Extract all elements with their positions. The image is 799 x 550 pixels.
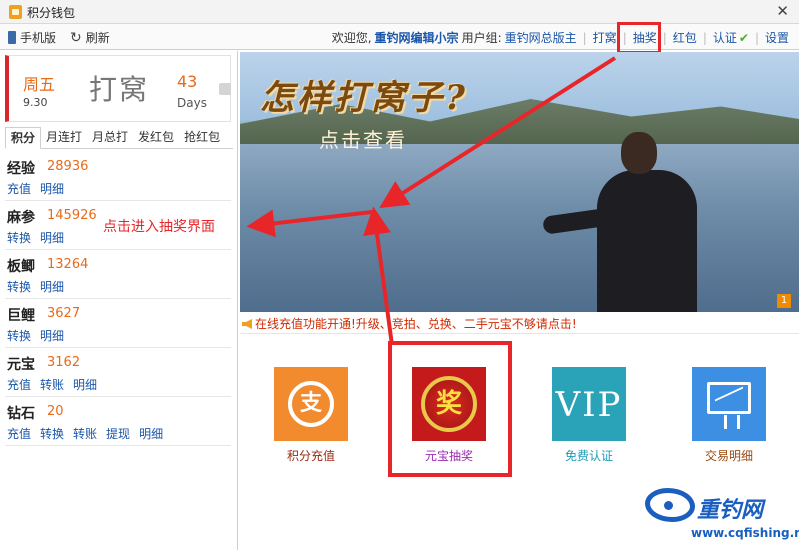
point-name: 巨鲤 <box>7 308 35 324</box>
recharge-tile-icon: 支 <box>274 367 348 441</box>
withdraw-link[interactable]: 提现 <box>106 425 130 442</box>
banner-subheadline: 点击查看 <box>319 128 407 152</box>
tab-points[interactable]: 积分 <box>5 127 42 149</box>
mobile-version-button[interactable]: 手机版 <box>8 29 56 46</box>
welcome-text: 欢迎您, <box>331 31 372 45</box>
checkin-card[interactable]: 周五 9.30 打窝 43 Days <box>5 55 231 122</box>
window-titlebar: 积分钱包 ✕ <box>0 0 799 24</box>
window-title: 积分钱包 <box>27 6 76 20</box>
list-item: 巨鲤 3627 转换 明细 <box>5 299 231 348</box>
transfer-link[interactable]: 转账 <box>40 376 64 393</box>
point-value: 20 <box>47 404 64 419</box>
convert-link[interactable]: 转换 <box>40 425 64 442</box>
chart-board-icon <box>707 382 751 429</box>
divider: | <box>754 30 759 45</box>
point-value: 13264 <box>47 257 89 272</box>
days-label: Days <box>177 96 207 110</box>
point-name: 麻参 <box>7 210 35 226</box>
recharge-points-tile[interactable]: 支 积分充值 <box>274 367 348 464</box>
divider: | <box>582 30 587 45</box>
wallet-icon <box>9 5 22 19</box>
details-link[interactable]: 明细 <box>40 180 64 197</box>
tab-monthly-total[interactable]: 月总打 <box>87 127 133 149</box>
banner-page-indicator[interactable]: 1 <box>777 294 791 308</box>
tile-label: 免费认证 <box>564 449 613 463</box>
tab-grab-redpacket[interactable]: 抢红包 <box>179 127 225 149</box>
username-link[interactable]: 重钓网编辑小宗 <box>375 29 459 46</box>
point-value: 3627 <box>47 306 81 321</box>
recharge-link[interactable]: 充值 <box>7 180 31 197</box>
verify-link[interactable]: 认证 <box>713 29 737 46</box>
details-link[interactable]: 明细 <box>40 327 64 344</box>
logo-url: www.cqfishing.net <box>691 526 799 540</box>
notice-bar[interactable]: 在线充值功能开通!升级、竞拍、兑换、二手元宝不够请点击! <box>240 314 799 334</box>
phone-icon <box>8 31 16 44</box>
points-list: 经验 28936 充值 明细 麻参 145926 转换 明细 板鲫 13264 … <box>5 152 231 446</box>
convert-link[interactable]: 转换 <box>7 278 31 295</box>
details-link[interactable]: 明细 <box>40 278 64 295</box>
speaker-icon <box>242 319 252 329</box>
close-icon[interactable]: ✕ <box>776 2 789 20</box>
refresh-button[interactable]: ↻ 刷新 <box>70 29 110 46</box>
point-value: 28936 <box>47 159 89 174</box>
convert-link[interactable]: 转换 <box>7 327 31 344</box>
refresh-label: 刷新 <box>85 31 110 45</box>
notice-text: 在线充值功能开通!升级、竞拍、兑换、二手元宝不够请点击! <box>255 317 577 331</box>
settings-link[interactable]: 设置 <box>765 29 789 46</box>
group-label: 用户组: <box>461 31 502 45</box>
fish-logo-icon <box>645 488 695 522</box>
lottery-highlight-box <box>617 22 661 54</box>
list-item: 板鲫 13264 转换 明细 <box>5 250 231 299</box>
annotation-text: 点击进入抽奖界面 <box>103 219 215 235</box>
card-handle-icon <box>219 83 231 95</box>
checkin-text: 打窝 <box>89 73 150 106</box>
convert-link[interactable]: 转换 <box>7 229 31 246</box>
date-text: 9.30 <box>23 96 48 109</box>
angler-figure <box>542 132 725 312</box>
left-panel: 周五 9.30 打窝 43 Days 积分 月连打 月总打 发红包 抢红包 经验… <box>0 51 238 550</box>
point-value: 3162 <box>47 355 81 370</box>
details-link[interactable]: 明细 <box>73 376 97 393</box>
banner-headline: 怎样打窝子? <box>260 78 468 118</box>
weekday-text: 周五 <box>23 75 56 94</box>
lottery-tile-highlight-box <box>388 341 512 477</box>
tab-send-redpacket[interactable]: 发红包 <box>133 127 179 149</box>
recharge-link[interactable]: 充值 <box>7 425 31 442</box>
group-value[interactable]: 重钓网总版主 <box>505 29 577 46</box>
banner-image[interactable]: 怎样打窝子? 点击查看 1 <box>240 52 799 312</box>
point-name: 板鲫 <box>7 259 35 275</box>
check-icon: ✔ <box>738 30 749 45</box>
toolbar: 手机版 ↻ 刷新 欢迎您, 重钓网编辑小宗 用户组: 重钓网总版主 | 打窝 |… <box>0 24 799 50</box>
vip-tile-icon: VIP <box>552 367 626 441</box>
free-verify-tile[interactable]: VIP 免费认证 <box>552 367 626 464</box>
tile-label: 积分充值 <box>286 449 335 463</box>
transfer-link[interactable]: 转账 <box>73 425 97 442</box>
mobile-version-label: 手机版 <box>20 31 57 45</box>
days-count: 43 <box>177 72 198 91</box>
vip-icon: VIP <box>555 385 623 425</box>
alipay-icon: 支 <box>288 381 334 427</box>
tab-monthly-streak[interactable]: 月连打 <box>41 127 87 149</box>
refresh-icon: ↻ <box>70 29 82 46</box>
transaction-details-tile[interactable]: 交易明细 <box>692 367 766 464</box>
divider: | <box>702 30 707 45</box>
redpacket-link[interactable]: 红包 <box>673 29 697 46</box>
logo-brand: 重钓网 <box>697 498 764 523</box>
tile-label: 交易明细 <box>704 449 753 463</box>
divider: | <box>662 30 667 45</box>
recharge-link[interactable]: 充值 <box>7 376 31 393</box>
list-item: 经验 28936 充值 明细 <box>5 152 231 201</box>
details-tile-icon <box>692 367 766 441</box>
details-link[interactable]: 明细 <box>40 229 64 246</box>
point-value: 145926 <box>47 208 97 223</box>
cqfishing-logo: 重钓网 www.cqfishing.net <box>639 480 799 548</box>
details-link[interactable]: 明细 <box>139 425 163 442</box>
points-tabs: 积分 月连打 月总打 发红包 抢红包 <box>5 127 233 149</box>
point-name: 钻石 <box>7 406 35 422</box>
point-name: 经验 <box>7 161 35 177</box>
point-name: 元宝 <box>7 357 35 373</box>
list-item: 元宝 3162 充值 转账 明细 <box>5 348 231 397</box>
checkin-link[interactable]: 打窝 <box>593 29 617 46</box>
list-item: 钻石 20 充值 转换 转账 提现 明细 <box>5 397 231 446</box>
